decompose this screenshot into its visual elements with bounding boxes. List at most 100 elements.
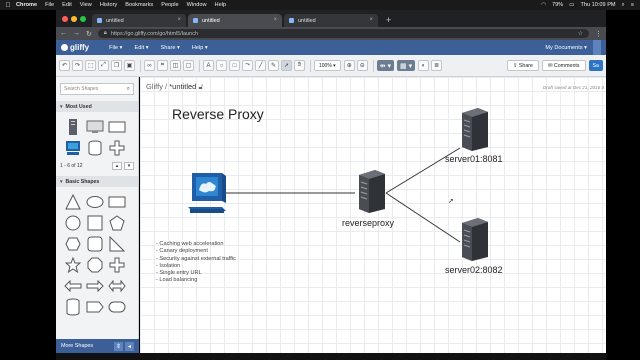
shape-stadium[interactable] (106, 296, 128, 317)
menu-window[interactable]: Window (187, 2, 207, 8)
bookmark-star-icon[interactable]: ☆ (578, 30, 583, 37)
page-up-icon[interactable]: ▴ (112, 162, 122, 170)
copy-icon[interactable]: ❐ (111, 60, 122, 71)
shape-octagon[interactable] (84, 254, 106, 275)
reload-icon[interactable]: ↻ (86, 30, 92, 38)
fit-icon[interactable]: ⤢ (98, 60, 109, 71)
shape-arrow-right[interactable] (84, 275, 106, 296)
menu-share-app[interactable]: Share ▾ (161, 45, 180, 51)
redo-icon[interactable]: ↷ (72, 60, 83, 71)
close-window-icon[interactable] (62, 15, 68, 22)
reverseproxy-server-icon[interactable] (355, 169, 387, 213)
new-tab-button[interactable]: + (380, 14, 397, 27)
paste-icon[interactable]: ▣ (124, 60, 135, 71)
ellipse-tool-icon[interactable]: ○ (216, 60, 227, 71)
hand-tool-icon[interactable]: ✋︎ (294, 60, 305, 71)
browser-tab-active[interactable]: untitled × (188, 14, 282, 27)
distribute-button[interactable]: ▦ ▾ (397, 60, 416, 71)
comments-button[interactable]: ✉ Comments (541, 60, 586, 71)
gliffy-logo[interactable]: gliffy (61, 43, 89, 52)
zoom-in-icon[interactable]: ⊕ (343, 60, 355, 71)
sidebar-collapse-icon[interactable]: ◂ (125, 341, 134, 351)
shape-right-triangle[interactable] (106, 233, 128, 254)
browser-menu-icon[interactable]: ⋮ (595, 30, 602, 38)
shape-plus[interactable] (106, 254, 128, 275)
link-icon[interactable]: ∞ (144, 60, 155, 71)
close-tab-icon[interactable]: × (369, 17, 373, 23)
search-icon[interactable]: ⌕ (127, 86, 130, 93)
features-list[interactable]: Caching web acceleration Canary deployme… (156, 241, 235, 285)
shape-workstation[interactable] (62, 137, 84, 158)
shape-hexagon[interactable] (62, 233, 84, 254)
client-workstation-icon[interactable] (188, 171, 228, 215)
shape-cylinder-basic[interactable] (62, 296, 84, 317)
shape-monitor[interactable] (84, 116, 106, 137)
apple-icon[interactable]:  (0, 2, 16, 9)
menu-edit-app[interactable]: Edit ▾ (135, 45, 149, 51)
back-icon[interactable]: ← (60, 30, 67, 37)
shape-rounded-rect[interactable] (84, 233, 106, 254)
shape-circle[interactable] (62, 212, 84, 233)
menu-help[interactable]: Help (215, 2, 227, 8)
text-tool-icon[interactable]: A (203, 60, 214, 71)
undo-icon[interactable]: ↶ (59, 60, 70, 71)
stroke-icon[interactable]: ▢ (183, 60, 194, 71)
shape-ellipse[interactable] (84, 191, 106, 212)
battery-percent[interactable]: 79% (552, 2, 563, 8)
menu-edit[interactable]: Edit (62, 2, 72, 8)
browser-tab[interactable]: untitled × (284, 14, 378, 27)
shape-server-tower[interactable] (62, 116, 84, 137)
section-most-used[interactable]: ▾ Most Used (56, 101, 138, 112)
clock[interactable]: Thu 10:09 PM (580, 2, 615, 8)
menu-bookmarks[interactable]: Bookmarks (125, 2, 153, 8)
user-avatar[interactable] (593, 40, 601, 55)
shape-cylinder[interactable] (84, 137, 106, 158)
more-shapes-bar[interactable]: More Shapes ⇕ ◂ (56, 339, 139, 353)
pen-tool-icon[interactable]: ✎ (268, 60, 279, 71)
close-tab-icon[interactable]: × (273, 17, 277, 23)
fill-icon[interactable]: ◫ (170, 60, 181, 71)
maximize-window-icon[interactable] (80, 15, 86, 22)
shape-arrow-double[interactable] (106, 275, 128, 296)
my-documents-menu[interactable]: My Documents ▾ (545, 45, 587, 51)
select-icon[interactable]: ⬚ (85, 60, 96, 71)
rectangle-tool-icon[interactable]: □ (229, 60, 240, 71)
close-tab-icon[interactable]: × (177, 17, 181, 23)
share-button[interactable]: ⇪ Share (506, 60, 539, 71)
menu-list-icon[interactable]: ≡ (631, 2, 634, 8)
theme-icon[interactable]: ◐ (418, 60, 430, 71)
align-button[interactable]: ⇹ ▾ (376, 60, 395, 71)
sidebar-expand-icon[interactable]: ⇕ (114, 341, 123, 351)
menu-file-app[interactable]: File ▾ (109, 45, 122, 51)
battery-icon[interactable]: ▭ (569, 2, 574, 8)
shape-square[interactable] (84, 212, 106, 233)
line-tool-icon[interactable]: ╱ (255, 60, 266, 71)
server02-label[interactable]: server02:8082 (445, 265, 503, 275)
shape-triangle[interactable] (62, 191, 84, 212)
pointer-tool-icon[interactable]: ➚ (281, 60, 292, 71)
minimize-window-icon[interactable] (71, 15, 77, 22)
shape-tab[interactable] (84, 296, 106, 317)
wifi-icon[interactable]: ◠ (541, 2, 546, 8)
menu-chrome[interactable]: Chrome (16, 2, 37, 8)
menu-file[interactable]: File (45, 2, 54, 8)
shape-rectangle[interactable] (106, 116, 128, 137)
reverseproxy-label[interactable]: reverseproxy (342, 218, 394, 228)
server02-icon[interactable] (458, 217, 490, 261)
connector-tool-icon[interactable]: ⤳ (242, 60, 253, 71)
page-down-icon[interactable]: ▾ (124, 162, 134, 170)
zoom-out-icon[interactable]: ⊖ (356, 60, 368, 71)
section-basic-shapes[interactable]: ▾ Basic Shapes (56, 176, 138, 187)
browser-tab[interactable]: untitled × (92, 14, 186, 27)
crop-icon[interactable]: ⌗ (157, 60, 168, 71)
shape-cross[interactable] (106, 137, 128, 158)
server01-icon[interactable] (458, 107, 490, 151)
shape-arrow-left[interactable] (62, 275, 84, 296)
menu-people[interactable]: People (161, 2, 178, 8)
server01-label[interactable]: server01:8081 (445, 154, 503, 164)
shape-pentagon[interactable] (106, 212, 128, 233)
forward-icon[interactable]: → (73, 30, 80, 37)
save-button[interactable]: Sa (588, 60, 603, 71)
diagram-canvas[interactable]: Gliffy / *untitled 🔓︎ Draft saved at Dec… (140, 77, 606, 353)
menu-history[interactable]: History (100, 2, 117, 8)
